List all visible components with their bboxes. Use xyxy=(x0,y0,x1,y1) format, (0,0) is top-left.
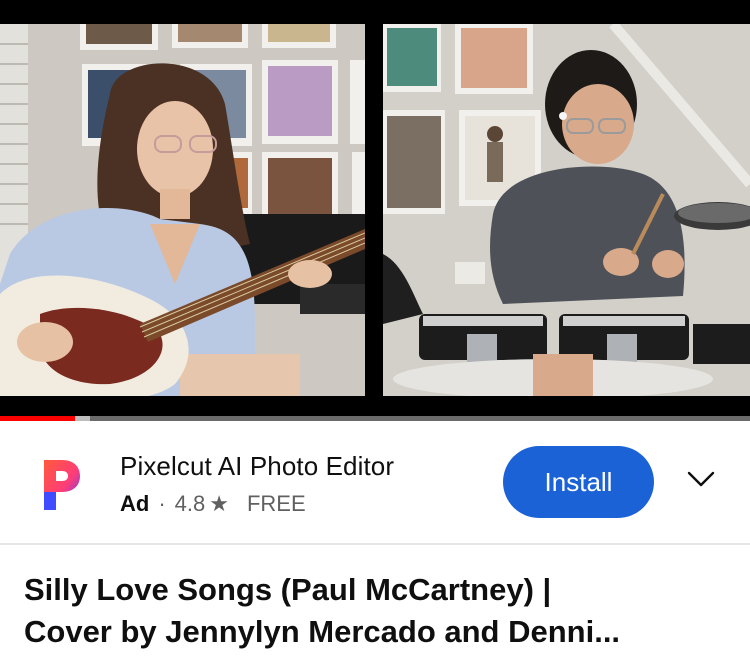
drummer-scene xyxy=(383,24,750,396)
video-player[interactable] xyxy=(0,0,750,420)
video-top-bar xyxy=(0,0,750,24)
ad-meta: Ad · 4.8 ★ FREE xyxy=(120,491,306,517)
pixelcut-logo-icon xyxy=(44,460,80,510)
video-left-pane xyxy=(0,24,365,396)
ad-price: FREE xyxy=(246,491,306,516)
split-divider xyxy=(365,24,383,396)
meta-separator: · xyxy=(158,491,166,516)
install-button[interactable]: Install xyxy=(503,446,654,518)
star-icon: ★ xyxy=(209,491,229,516)
chevron-down-icon[interactable] xyxy=(686,469,716,489)
video-bottom-bar xyxy=(0,396,750,416)
ad-badge: Ad xyxy=(120,491,150,516)
video-title[interactable]: Silly Love Songs (Paul McCartney) | Cove… xyxy=(24,569,734,653)
bassist-scene xyxy=(0,24,365,396)
video-title-line-1: Silly Love Songs (Paul McCartney) | xyxy=(24,572,552,607)
video-right-pane xyxy=(383,24,750,396)
ad-banner[interactable]: Pixelcut AI Photo Editor Ad · 4.8 ★ FREE Ins… xyxy=(0,421,750,543)
video-title-line-2: Cover by Jennylyn Mercado and Denni... xyxy=(24,614,621,649)
divider xyxy=(0,543,750,545)
ad-rating: 4.8 xyxy=(174,491,206,516)
ad-app-name: Pixelcut AI Photo Editor xyxy=(120,451,395,481)
